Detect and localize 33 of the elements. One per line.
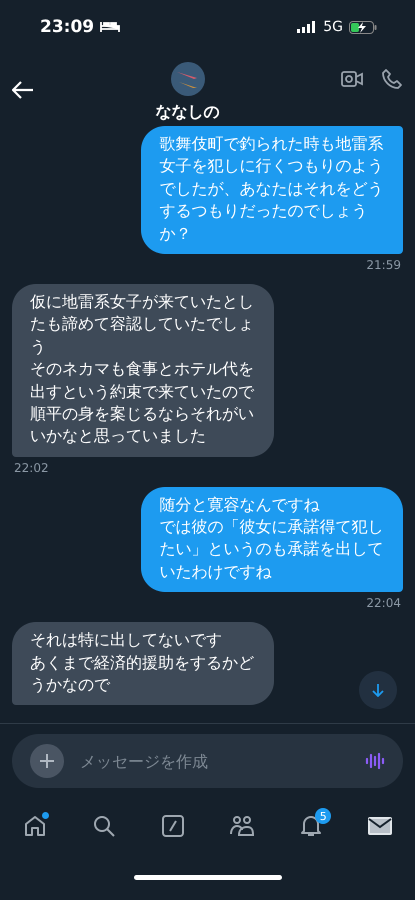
battery-icon [349,20,377,34]
message-composer[interactable]: メッセージを作成 [12,734,403,788]
network-label: 5G [323,19,343,35]
message-time: 21:59 [366,258,401,272]
video-call-icon[interactable] [341,70,363,88]
bed-icon [100,21,120,33]
slash-square-icon [160,814,185,838]
message-text: そのネカマも食事とホテル代を出すという約束で来ていたので順平の身を案じるならそれがいいかなと思っていました [30,358,256,448]
message-field[interactable]: メッセージを作成 [78,750,351,772]
contact-name: ななしの [156,102,220,122]
tab[interactable]: 5 [291,806,332,846]
message-time: 22:02 [14,460,49,475]
message-text: それは特に出してないです [30,629,223,652]
scroll-down-button[interactable] [359,671,397,709]
search-icon [92,814,116,838]
add-button[interactable] [30,744,64,778]
message-text: 随分と寛容なんですね [159,494,320,516]
message-text: 仮に地雷系女子が来ていたとしたも諦めて容認していたでしょう [30,290,255,358]
status-time: 23:09 [40,17,94,37]
avatar[interactable] [170,62,204,96]
message-text: 歌舞伎町で釣られた時も地雷系女子を犯しに行くつもりのようでしたが、あなたはそれをどうするつもりだったのでしょうか？ [159,133,384,245]
voice-icon[interactable] [365,751,385,771]
back-icon[interactable] [12,81,34,99]
badge-count: 5 [315,808,332,824]
arrow-down-icon [372,683,384,697]
home-icon [22,814,47,838]
envelope-icon [368,815,392,837]
people-icon [229,814,256,838]
message-text: では彼の「彼女に承諾得て犯したい」というのも承諾を出していたわけですね [159,516,384,583]
signal-icon [297,21,318,33]
phone-icon[interactable] [381,68,403,90]
message-time: 22:04 [366,596,401,610]
message-text: あくまで経済的援助をするかどうかなので [30,652,255,696]
